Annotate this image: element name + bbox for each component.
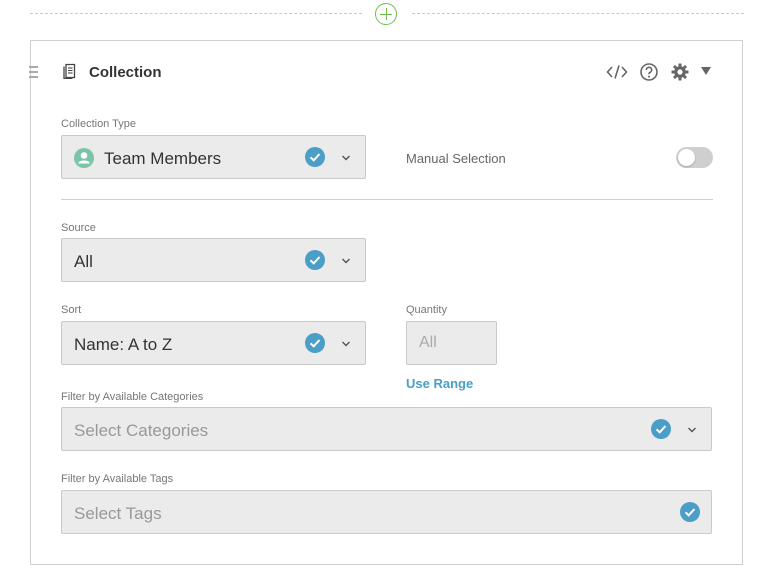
help-icon[interactable] (639, 62, 659, 82)
source-select[interactable]: All (61, 238, 366, 282)
chevron-down-icon (342, 341, 350, 347)
categories-select[interactable]: Select Categories (61, 407, 712, 451)
quantity-input[interactable] (406, 321, 497, 365)
collection-type-value: Team Members (104, 149, 222, 168)
sort-select[interactable]: Name: A to Z (61, 321, 366, 365)
collapse-caret-icon[interactable] (700, 66, 712, 76)
tags-label: Filter by Available Tags (61, 473, 174, 485)
team-members-icon (74, 148, 94, 168)
collection-type-select[interactable]: Team Members (61, 135, 366, 179)
document-icon (63, 63, 76, 79)
collection-panel: Collection Collection Type Team Members (29, 40, 743, 565)
sort-label: Sort (61, 304, 82, 316)
check-circle-icon (305, 147, 325, 167)
divider-right (412, 13, 744, 14)
manual-selection-label: Manual Selection (406, 151, 506, 166)
source-value: All (74, 252, 93, 271)
gear-icon[interactable] (670, 62, 690, 82)
categories-label: Filter by Available Categories (61, 391, 204, 403)
check-circle-icon (680, 502, 700, 522)
panel-title: Collection (89, 64, 162, 81)
check-circle-icon (305, 250, 325, 270)
check-circle-icon (305, 333, 325, 353)
categories-placeholder: Select Categories (74, 421, 209, 440)
tags-placeholder: Select Tags (74, 504, 162, 523)
code-icon[interactable] (606, 62, 628, 82)
quantity-label: Quantity (406, 304, 447, 316)
check-circle-icon (651, 419, 671, 439)
chevron-down-icon (688, 427, 696, 433)
chevron-down-icon (342, 258, 350, 264)
use-range-link[interactable]: Use Range (406, 376, 473, 391)
divider-left (30, 13, 362, 14)
section-divider (61, 199, 713, 200)
sort-value: Name: A to Z (74, 335, 173, 354)
add-block-row (30, 0, 744, 28)
toggle-knob (678, 149, 695, 166)
tags-select[interactable]: Select Tags (61, 490, 712, 534)
chevron-down-icon (342, 155, 350, 161)
manual-selection-toggle[interactable] (676, 147, 713, 168)
add-block-button[interactable] (375, 3, 397, 25)
drag-handle-icon[interactable] (29, 66, 39, 78)
collection-type-label: Collection Type (61, 118, 137, 130)
source-label: Source (61, 222, 96, 234)
